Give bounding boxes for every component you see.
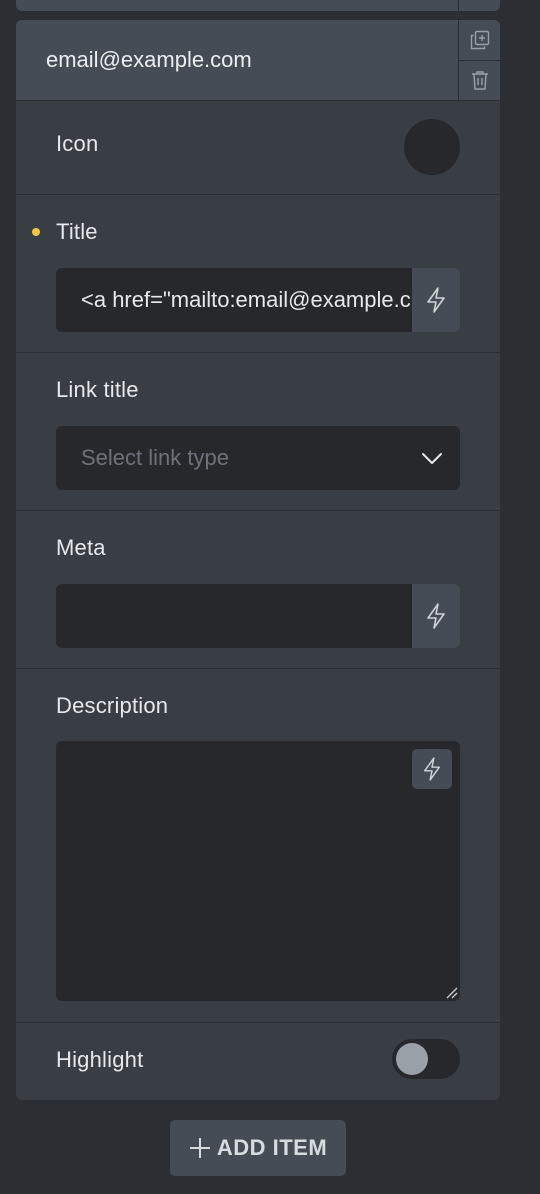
title-input-value[interactable]: <a href="mailto:email@example.com">email… [81, 268, 411, 332]
add-item-label: ADD ITEM [216, 1135, 328, 1160]
link-title-control: Link title Select link type [16, 353, 500, 511]
bolt-icon [427, 287, 445, 313]
link-type-select[interactable]: Select link type [56, 426, 460, 490]
title-input[interactable]: <a href="mailto:email@example.com">email… [56, 268, 460, 332]
previous-item-footer [16, 0, 500, 11]
add-item-button[interactable]: ADD ITEM [170, 1120, 346, 1176]
resize-handle-icon[interactable] [444, 985, 458, 999]
divider [458, 0, 459, 11]
link-type-placeholder: Select link type [81, 445, 229, 470]
dynamic-data-button[interactable] [412, 749, 452, 789]
item-actions [458, 20, 500, 100]
meta-input[interactable] [56, 584, 460, 648]
chevron-down-icon [422, 453, 442, 464]
duplicate-icon [470, 30, 490, 50]
description-control: Description [16, 669, 500, 1023]
highlight-label: Highlight [56, 1047, 144, 1072]
icon-label: Icon [56, 131, 99, 156]
item-title[interactable]: email@example.com [46, 20, 252, 100]
item-header[interactable]: email@example.com [16, 20, 500, 101]
delete-button[interactable] [459, 60, 500, 100]
meta-input-value[interactable] [81, 584, 411, 648]
plus-icon [189, 1138, 210, 1158]
meta-label: Meta [56, 535, 106, 560]
icon-picker[interactable] [404, 119, 460, 175]
dynamic-data-button[interactable] [412, 584, 460, 648]
link-title-label: Link title [56, 377, 139, 402]
title-control: Title <a href="mailto:email@example.com"… [16, 195, 500, 353]
changed-indicator [32, 228, 40, 236]
title-label: Title [56, 219, 98, 244]
repeater-item-panel: email@example.com Icon Title <a href="ma… [16, 20, 500, 1100]
scrollbar-track[interactable] [521, 0, 540, 1194]
toggle-knob [396, 1043, 428, 1075]
bolt-icon [424, 757, 440, 781]
description-textarea[interactable] [56, 741, 460, 1001]
meta-control: Meta [16, 511, 500, 669]
dynamic-data-button[interactable] [412, 268, 460, 332]
trash-icon [472, 71, 488, 90]
bolt-icon [427, 603, 445, 629]
highlight-toggle[interactable] [392, 1039, 460, 1079]
highlight-control: Highlight [16, 1023, 500, 1100]
description-label: Description [56, 693, 169, 718]
icon-control: Icon [16, 101, 500, 195]
duplicate-button[interactable] [459, 20, 500, 61]
